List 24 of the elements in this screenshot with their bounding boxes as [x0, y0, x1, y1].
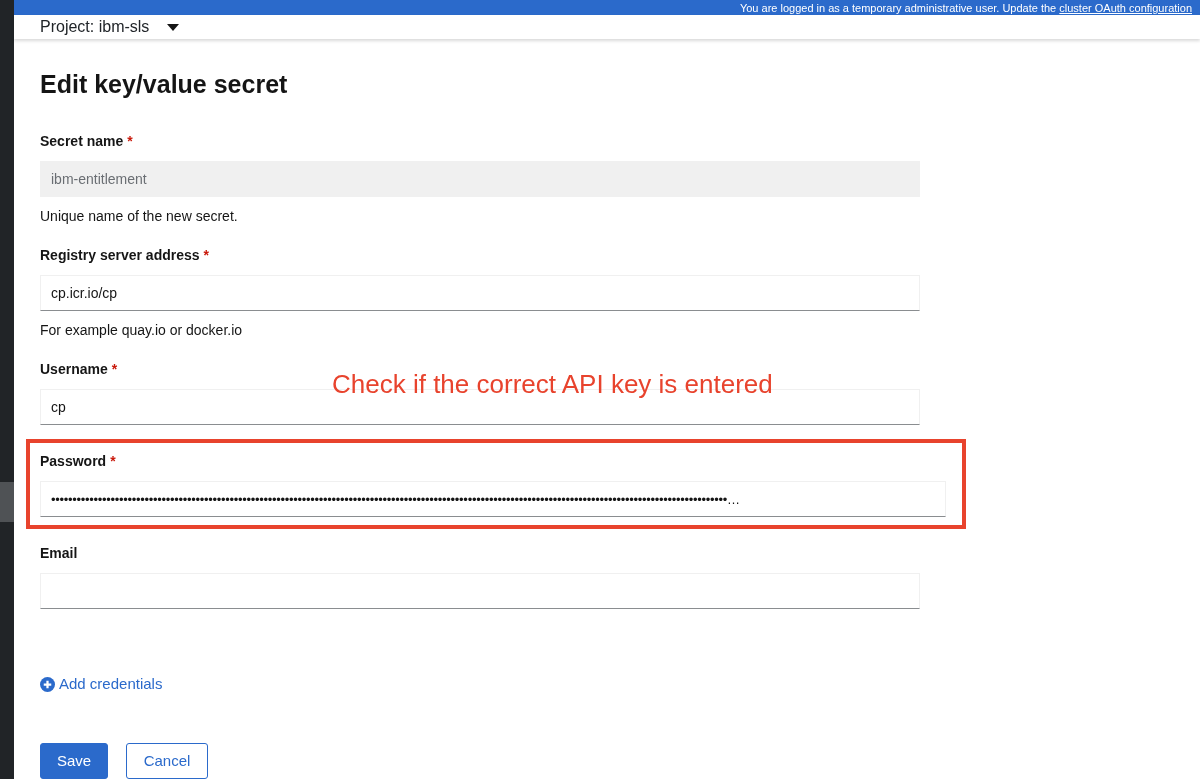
input-field: ibm-entitlement — [40, 161, 920, 198]
cancel-button[interactable]: Cancel — [126, 743, 208, 779]
save-button[interactable]: Save — [40, 743, 108, 779]
field-label: Secret name — [40, 132, 124, 152]
required-mark: * — [111, 360, 118, 380]
project-dropdown[interactable]: Project: ibm-sls — [40, 15, 180, 40]
caret-icon — [167, 23, 180, 31]
configuration-link[interactable]: cluster OAuth configuration — [1059, 2, 1192, 14]
required-mark: * — [203, 246, 209, 266]
required-mark: * — [127, 132, 133, 152]
required-mark: * — [110, 452, 116, 472]
field-label: Username — [40, 360, 108, 380]
field-label: Password — [40, 452, 107, 472]
input-field[interactable]: •••••••••••••••••••••••••••••••••••••••••••••••••••••••••••••••••••••••••••••••••••••••••••••••••••••••••••••••••••••••••••••••••••••••••••••••••••••••••••••••… — [40, 481, 946, 518]
helper-text: For example quay.io or docker.io — [40, 321, 244, 341]
field-label: Registry server address — [40, 246, 200, 266]
add-icon — [40, 677, 55, 692]
field-label: Email — [40, 544, 78, 564]
input-field[interactable]: cp.icr.io/cp — [40, 275, 920, 312]
add-credentials-link[interactable]: Add credentials — [40, 673, 163, 696]
page-title: Edit key/value secret — [40, 69, 289, 100]
helper-text: Unique name of the new secret. — [40, 207, 239, 227]
banner-text: You are logged in as a temporary administrative user. Update the — [739, 2, 1058, 14]
input-field[interactable] — [40, 573, 920, 610]
